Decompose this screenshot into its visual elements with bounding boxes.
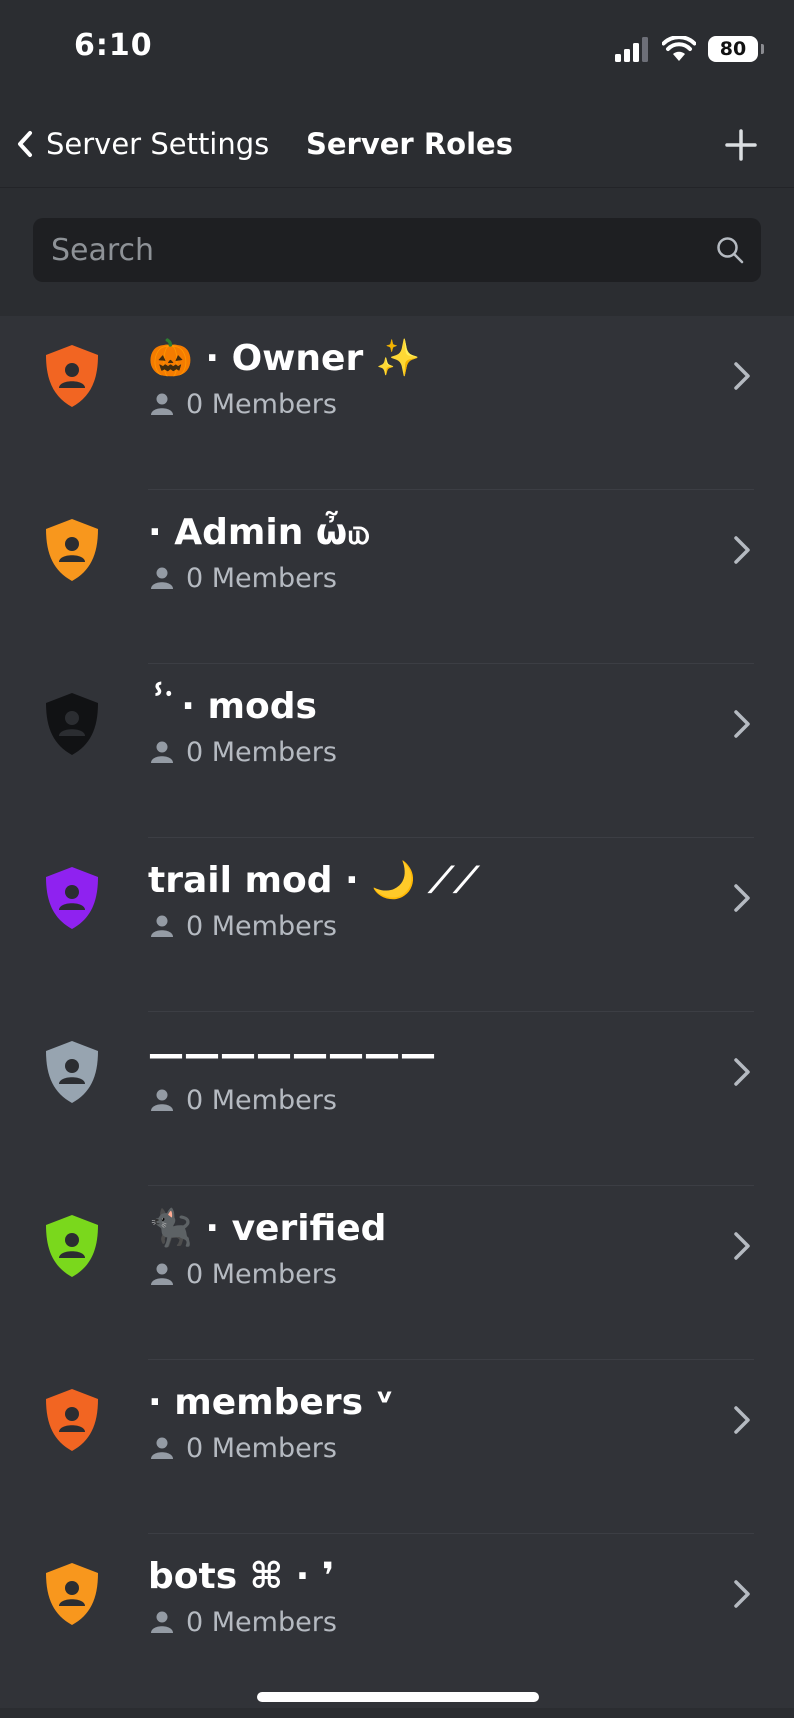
person-icon	[151, 1437, 173, 1459]
role-member-count: 0 Members	[150, 384, 337, 424]
role-member-count: 0 Members	[150, 1080, 337, 1120]
person-icon	[151, 741, 173, 763]
add-role-button[interactable]	[718, 122, 764, 168]
member-count-label: 0 Members	[186, 736, 337, 768]
status-bar: 6:10 80	[0, 0, 794, 100]
plus-icon	[725, 129, 757, 161]
search-input[interactable]	[49, 218, 689, 282]
search-area	[0, 189, 794, 316]
page-title: Server Roles	[306, 127, 513, 161]
person-icon	[151, 1611, 173, 1633]
role-row[interactable]: 🎃 · Owner ✨ 0 Members	[0, 316, 794, 490]
role-name: · members ᵛ	[148, 1382, 394, 1423]
chevron-right-icon	[734, 884, 750, 912]
chevron-right-icon	[734, 710, 750, 738]
role-member-count: 0 Members	[150, 906, 337, 946]
role-member-count: 0 Members	[150, 1602, 337, 1642]
chevron-right-icon	[734, 536, 750, 564]
shield-person-icon	[46, 1215, 98, 1277]
role-row[interactable]: trail mod · 🌙 ⟋⟋ 0 Members	[0, 838, 794, 1012]
battery-level: 80	[719, 38, 747, 60]
shield-person-icon	[46, 1563, 98, 1625]
home-indicator	[257, 1692, 539, 1702]
back-label: Server Settings	[46, 127, 270, 161]
chevron-right-icon	[734, 1406, 750, 1434]
role-row[interactable]: 🐈‍⬛ · verified 0 Members	[0, 1186, 794, 1360]
role-row[interactable]: ⸯ̇ · mods 0 Members	[0, 664, 794, 838]
role-name: ⸯ̇ · mods	[148, 686, 317, 727]
role-name: ————————	[148, 1034, 436, 1075]
person-icon	[151, 915, 173, 937]
battery-icon: 80	[708, 36, 764, 62]
role-name: trail mod · 🌙 ⟋⟋	[148, 860, 479, 901]
back-button[interactable]: Server Settings	[14, 120, 269, 168]
status-icons: 80	[614, 34, 764, 64]
role-member-count: 0 Members	[150, 1428, 337, 1468]
role-member-count: 0 Members	[150, 732, 337, 772]
member-count-label: 0 Members	[186, 1606, 337, 1638]
role-name: · Admin ὦ௰	[148, 512, 371, 553]
role-row[interactable]: bots ⌘ · ❜ 0 Members	[0, 1534, 794, 1708]
search-box	[33, 218, 761, 282]
shield-person-icon	[46, 1041, 98, 1103]
person-icon	[151, 1089, 173, 1111]
member-count-label: 0 Members	[186, 1432, 337, 1464]
navigation-bar: Server Settings Server Roles	[0, 100, 794, 188]
cellular-signal-icon	[615, 37, 648, 62]
role-row[interactable]: · Admin ὦ௰ 0 Members	[0, 490, 794, 664]
person-icon	[151, 567, 173, 589]
chevron-right-icon	[734, 1232, 750, 1260]
chevron-left-icon	[18, 131, 32, 157]
chevron-right-icon	[734, 1580, 750, 1608]
shield-person-icon	[46, 693, 98, 755]
wifi-icon	[662, 36, 696, 61]
role-name: 🎃 · Owner ✨	[148, 338, 421, 379]
person-icon	[151, 393, 173, 415]
shield-person-icon	[46, 1389, 98, 1451]
role-name: bots ⌘ · ❜	[148, 1556, 335, 1597]
member-count-label: 0 Members	[186, 1258, 337, 1290]
role-row[interactable]: · members ᵛ 0 Members	[0, 1360, 794, 1534]
role-name: 🐈‍⬛ · verified	[148, 1208, 387, 1249]
shield-person-icon	[46, 345, 98, 407]
chevron-right-icon	[734, 1058, 750, 1086]
chevron-right-icon	[734, 362, 750, 390]
role-row[interactable]: ———————— 0 Members	[0, 1012, 794, 1186]
member-count-label: 0 Members	[186, 562, 337, 594]
shield-person-icon	[46, 519, 98, 581]
member-count-label: 0 Members	[186, 388, 337, 420]
shield-person-icon	[46, 867, 98, 929]
member-count-label: 0 Members	[186, 1084, 337, 1116]
search-icon	[717, 237, 744, 264]
role-member-count: 0 Members	[150, 1254, 337, 1294]
member-count-label: 0 Members	[186, 910, 337, 942]
person-icon	[151, 1263, 173, 1285]
status-time: 6:10	[74, 28, 153, 63]
role-member-count: 0 Members	[150, 558, 337, 598]
roles-list: 🎃 · Owner ✨ 0 Members · Admin ὦ௰ 0 Membe…	[0, 316, 794, 1708]
